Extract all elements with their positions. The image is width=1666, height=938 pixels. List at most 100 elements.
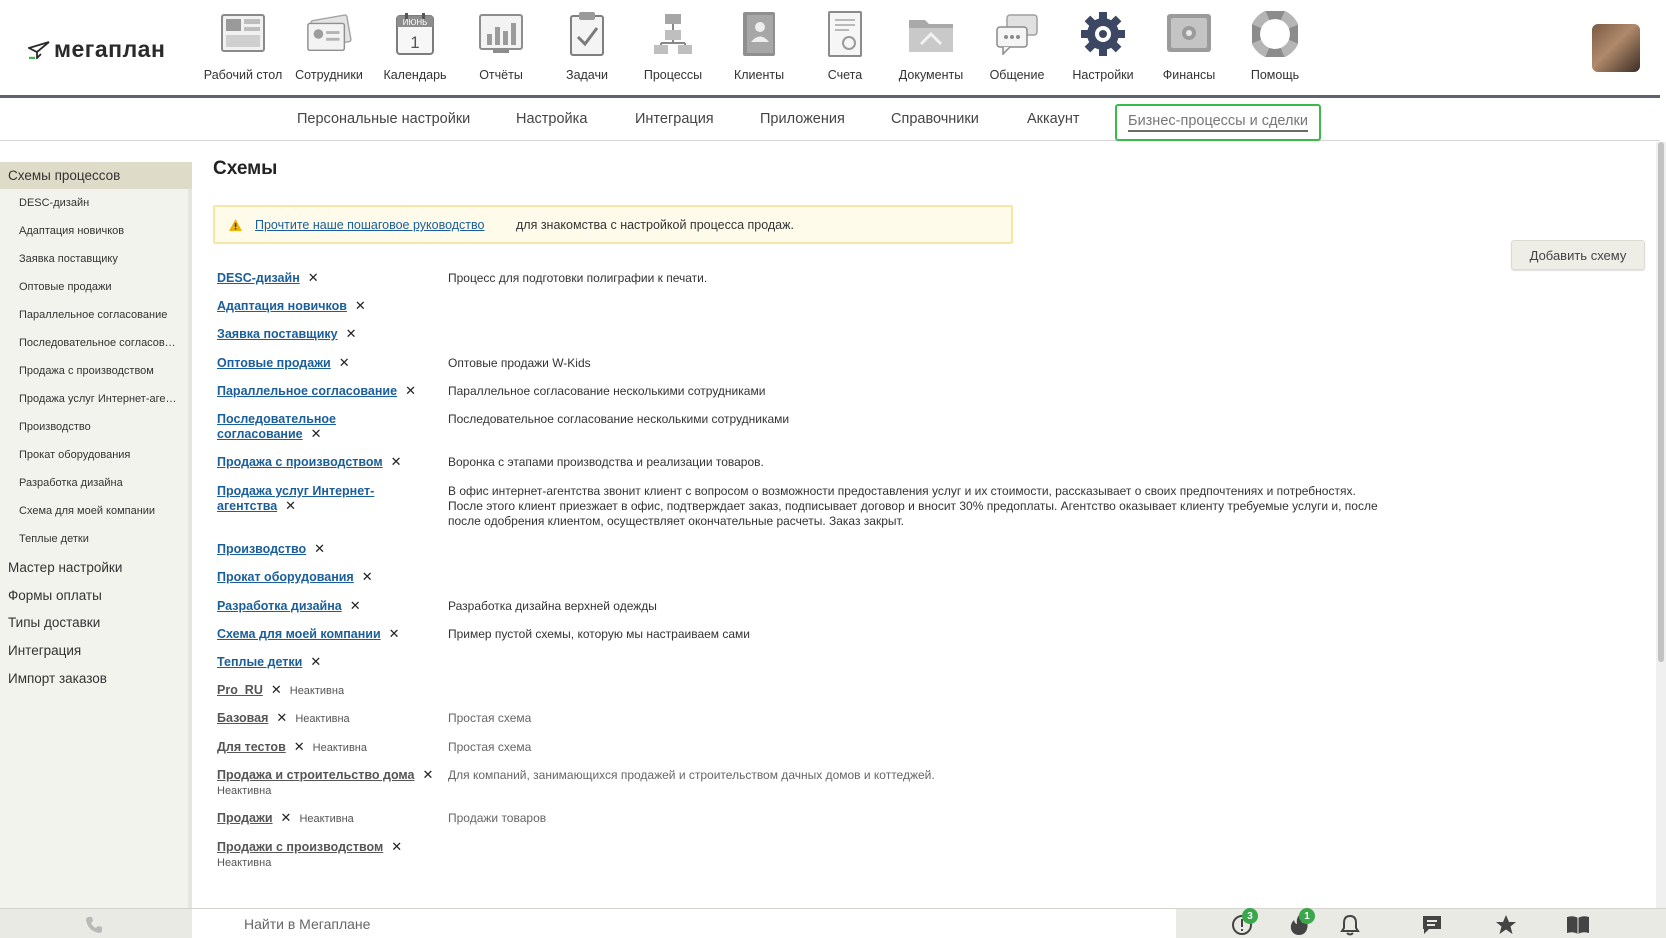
alerts-count-badge: 3 xyxy=(1242,908,1258,924)
sidebar-subitem[interactable]: Продажа услуг Интернет-агентства xyxy=(19,393,179,405)
delete-scheme-icon[interactable]: ✕ xyxy=(391,455,402,468)
favorites-button[interactable] xyxy=(1495,914,1517,938)
nav-calendar[interactable]: ИЮНЬ 1 Календарь xyxy=(372,10,458,90)
scheme-description: Простая схема xyxy=(448,740,532,754)
sidebar-subitem[interactable]: Разработка дизайна xyxy=(19,477,179,489)
nav-tasks[interactable]: Задачи xyxy=(544,10,630,90)
scheme-link[interactable]: Продажа и строительство дома xyxy=(217,768,414,782)
sidebar-subitem[interactable]: Продажа с производством xyxy=(19,365,179,377)
sidebar-subitem[interactable]: Производство xyxy=(19,421,179,433)
subnav-personal-settings[interactable]: Персональные настройки xyxy=(297,111,470,127)
sidebar-subitem[interactable]: Схема для моей компании xyxy=(19,505,179,517)
scheme-link[interactable]: Для тестов xyxy=(217,740,286,754)
page-scrollbar[interactable] xyxy=(1656,142,1666,908)
delete-scheme-icon[interactable]: ✕ xyxy=(389,627,400,640)
scheme-link[interactable]: Продажи xyxy=(217,811,273,825)
alerts-button[interactable]: 3 xyxy=(1231,908,1258,938)
delete-scheme-icon[interactable]: ✕ xyxy=(294,740,305,753)
nav-clients[interactable]: Клиенты xyxy=(716,10,802,90)
delete-scheme-icon[interactable]: ✕ xyxy=(339,356,350,369)
nav-finance[interactable]: Финансы xyxy=(1146,10,1232,90)
subnav-account[interactable]: Аккаунт xyxy=(1027,111,1079,127)
scheme-link[interactable]: Оптовые продажи xyxy=(217,356,331,370)
delete-scheme-icon[interactable]: ✕ xyxy=(391,840,402,853)
delete-scheme-icon[interactable]: ✕ xyxy=(276,711,287,724)
sidebar-item-integration[interactable]: Интеграция xyxy=(8,643,81,658)
subnav-directories[interactable]: Справочники xyxy=(891,111,979,127)
sidebar-subitem[interactable]: Теплые детки xyxy=(19,533,179,545)
nav-desktop[interactable]: Рабочий стол xyxy=(200,10,286,90)
delete-scheme-icon[interactable]: ✕ xyxy=(362,570,373,583)
hot-button[interactable]: 1 xyxy=(1288,908,1315,938)
add-scheme-button[interactable]: Добавить схему xyxy=(1511,240,1645,270)
scheme-link[interactable]: Производство xyxy=(217,542,306,556)
notifications-button[interactable] xyxy=(1339,914,1361,938)
knowledge-base-button[interactable] xyxy=(1566,914,1590,938)
messages-button[interactable] xyxy=(1421,914,1443,938)
sidebar-subitem[interactable]: Параллельное согласование xyxy=(19,309,179,321)
sidebar-item-setup-wizard[interactable]: Мастер настройки xyxy=(8,560,122,575)
delete-scheme-icon[interactable]: ✕ xyxy=(308,271,319,284)
sidebar-subitem[interactable]: Заявка поставщику xyxy=(19,253,179,265)
delete-scheme-icon[interactable]: ✕ xyxy=(285,499,296,512)
nav-reports[interactable]: Отчёты xyxy=(458,10,544,90)
guide-notice: Прочтите наше пошаговое руководство для … xyxy=(213,205,1013,244)
scheme-link[interactable]: Адаптация новичков xyxy=(217,299,347,313)
subnav-apps[interactable]: Приложения xyxy=(760,111,845,127)
global-search-input[interactable] xyxy=(192,909,1176,938)
nav-settings[interactable]: Настройки xyxy=(1060,10,1146,90)
sidebar-subitem[interactable]: Адаптация новичков xyxy=(19,225,179,237)
sidebar-subitem[interactable]: Прокат оборудования xyxy=(19,449,179,461)
scheme-link[interactable]: Разработка дизайна xyxy=(217,599,342,613)
scheme-link[interactable]: Pro_RU xyxy=(217,683,263,697)
delete-scheme-icon[interactable]: ✕ xyxy=(310,655,321,668)
hot-count-badge: 1 xyxy=(1299,908,1315,924)
sidebar-item-import-orders[interactable]: Импорт заказов xyxy=(8,671,107,686)
delete-scheme-icon[interactable]: ✕ xyxy=(281,811,292,824)
subnav-business-processes[interactable]: Бизнес-процессы и сделки xyxy=(1115,104,1321,141)
nav-documents[interactable]: Документы xyxy=(888,10,974,90)
svg-text:ИЮНЬ: ИЮНЬ xyxy=(403,18,428,27)
delete-scheme-icon[interactable]: ✕ xyxy=(422,768,433,781)
nav-employees[interactable]: Сотрудники xyxy=(286,10,372,90)
sidebar-item-delivery-types[interactable]: Типы доставки xyxy=(8,615,100,630)
sidebar-subitem[interactable]: Последовательное согласование xyxy=(19,337,179,349)
scheme-link[interactable]: Схема для моей компании xyxy=(217,627,381,641)
subnav-integration[interactable]: Интеграция xyxy=(635,111,714,127)
sidebar-subitem[interactable]: Оптовые продажи xyxy=(19,281,179,293)
phone-icon[interactable] xyxy=(84,915,104,935)
nav-invoices[interactable]: Счета xyxy=(802,10,888,90)
delete-scheme-icon[interactable]: ✕ xyxy=(311,427,322,440)
delete-scheme-icon[interactable]: ✕ xyxy=(314,542,325,555)
nav-processes[interactable]: Процессы xyxy=(630,10,716,90)
scrollbar-thumb[interactable] xyxy=(1658,142,1664,662)
nav-label: Помощь xyxy=(1250,68,1300,82)
sidebar-item-process-schemes[interactable]: Схемы процессов xyxy=(0,162,192,189)
guide-link[interactable]: Прочтите наше пошаговое руководство xyxy=(255,218,485,232)
delete-scheme-icon[interactable]: ✕ xyxy=(405,384,416,397)
sidebar-subitem[interactable]: DESC-дизайн xyxy=(19,197,179,209)
subnav-business-processes-label: Бизнес-процессы и сделки xyxy=(1128,113,1308,132)
scheme-link[interactable]: Продажи с производством xyxy=(217,840,383,854)
delete-scheme-icon[interactable]: ✕ xyxy=(271,683,282,696)
logo-text: мегаплан xyxy=(54,36,166,62)
scheme-link[interactable]: Базовая xyxy=(217,711,268,725)
delete-scheme-icon[interactable]: ✕ xyxy=(350,599,361,612)
nav-chat[interactable]: Общение xyxy=(974,10,1060,90)
delete-scheme-icon[interactable]: ✕ xyxy=(346,327,357,340)
megaplan-logo[interactable]: мегаплан xyxy=(28,36,165,63)
delete-scheme-icon[interactable]: ✕ xyxy=(355,299,366,312)
user-avatar[interactable] xyxy=(1592,24,1640,72)
scheme-link[interactable]: Параллельное согласование xyxy=(217,384,397,398)
nav-help[interactable]: Помощь xyxy=(1232,10,1318,90)
nav-label: Финансы xyxy=(1162,68,1216,82)
sidebar-item-payment-forms[interactable]: Формы оплаты xyxy=(8,588,102,603)
scheme-link[interactable]: Прокат оборудования xyxy=(217,570,354,584)
scheme-link[interactable]: Продажа с производством xyxy=(217,455,383,469)
employees-icon xyxy=(305,10,353,58)
scheme-description: В офис интернет-агентства звонит клиент … xyxy=(448,484,1378,528)
scheme-link[interactable]: Теплые детки xyxy=(217,655,302,669)
subnav-setup[interactable]: Настройка xyxy=(516,111,587,127)
scheme-link[interactable]: Заявка поставщику xyxy=(217,327,338,341)
scheme-link[interactable]: DESC-дизайн xyxy=(217,271,300,285)
